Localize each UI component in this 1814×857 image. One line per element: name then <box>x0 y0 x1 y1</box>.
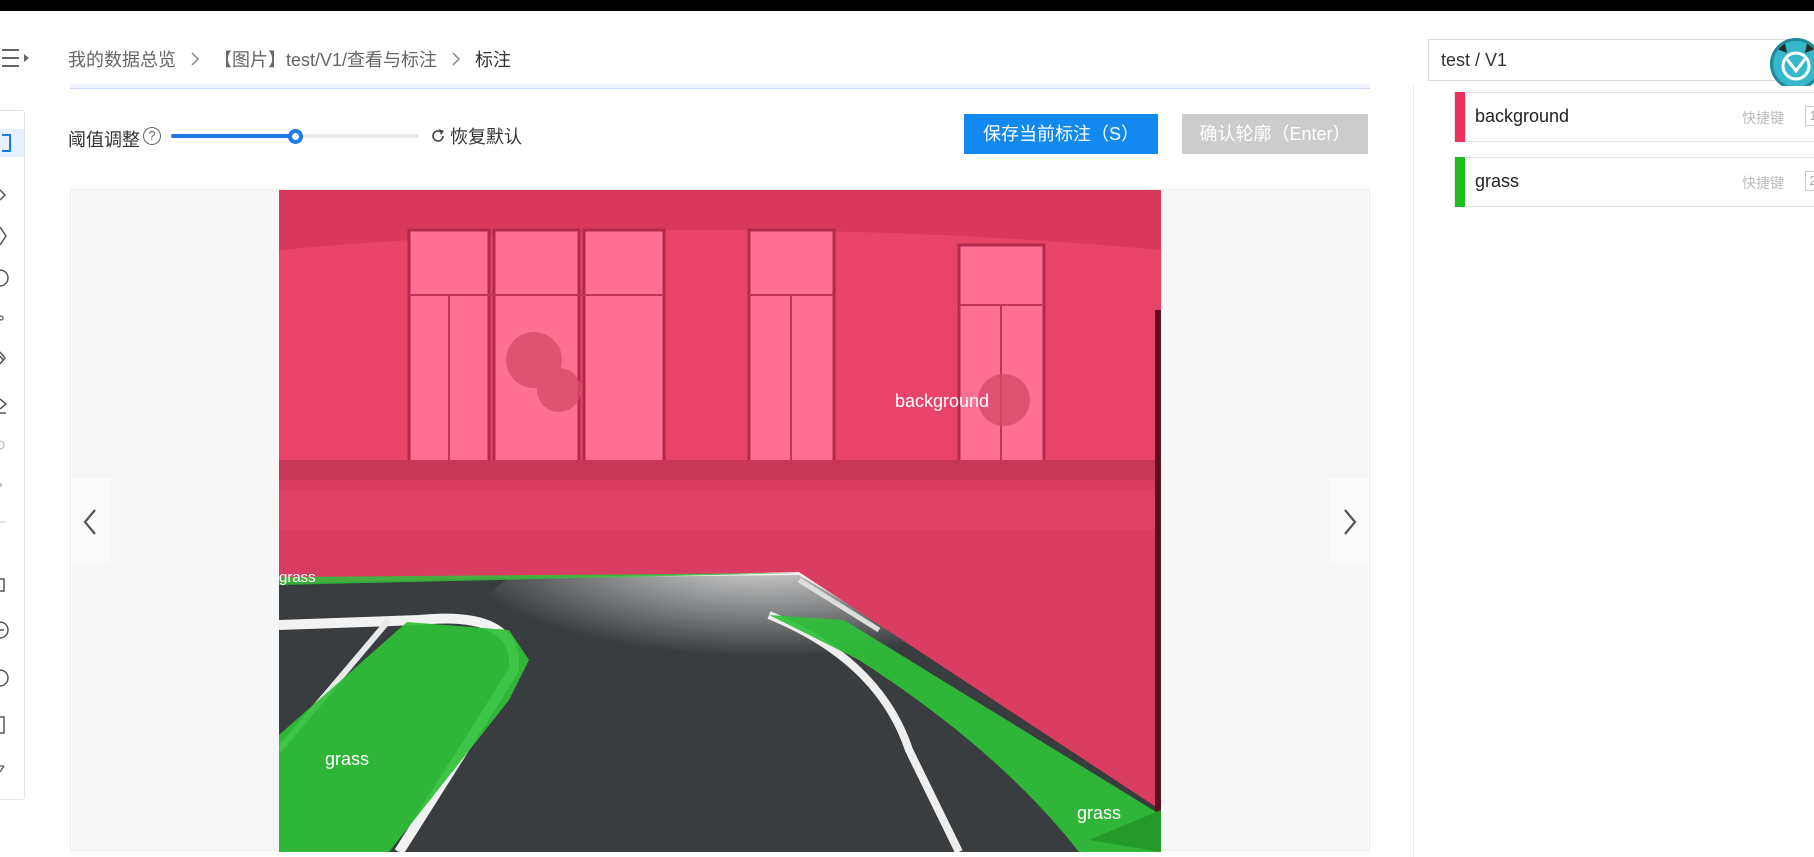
breadcrumb: 我的数据总览 【图片】test/V1/查看与标注 标注 <box>68 47 511 71</box>
annotation-label-grass: grass <box>1077 803 1121 823</box>
brush-tool-icon[interactable] <box>0 346 24 374</box>
chevron-right-icon <box>184 51 206 67</box>
project-version-select[interactable]: test / V1 <box>1428 39 1804 81</box>
help-icon[interactable]: ? <box>143 127 161 145</box>
shortcut-key: 1 <box>1805 106 1814 126</box>
label-color-swatch <box>1455 92 1465 142</box>
breadcrumb-item-overview[interactable]: 我的数据总览 <box>68 46 176 72</box>
confirm-contour-button[interactable]: 确认轮廓（Enter） <box>1182 114 1368 154</box>
previous-image-button[interactable] <box>71 478 111 564</box>
dot-tool-icon[interactable] <box>0 471 24 499</box>
undo-tool-icon[interactable] <box>0 754 24 782</box>
breadcrumb-item-dataset[interactable]: 【图片】test/V1/查看与标注 <box>214 46 437 72</box>
slider-track <box>171 134 295 138</box>
eraser-tool-icon[interactable] <box>0 391 24 419</box>
label-item-background[interactable]: background 快捷键 1 <box>1454 92 1814 142</box>
avatar[interactable] <box>1770 38 1814 90</box>
annotation-label-grass: grass <box>325 749 369 769</box>
window-top-bar <box>0 0 1814 11</box>
circle-tool-icon[interactable] <box>0 264 24 292</box>
annotation-canvas[interactable]: background grass grass grass <box>70 189 1370 852</box>
shortcut-label: 快捷键 <box>1742 175 1784 191</box>
select-tool-icon[interactable] <box>0 129 24 157</box>
annotation-tool-bar <box>0 110 25 800</box>
save-annotation-button[interactable]: 保存当前标注（S） <box>964 114 1158 154</box>
slider-handle[interactable] <box>288 129 303 144</box>
annotation-toolbar: 阈值调整 ? 恢复默认 保存当前标注（S） 确认轮廓（Enter） <box>68 114 1368 160</box>
point-tool-icon[interactable] <box>0 304 24 332</box>
label-panel: background 快捷键 1 grass 快捷键 2 <box>1413 86 1814 857</box>
chevron-right-icon <box>445 51 467 67</box>
label-color-swatch <box>1455 157 1465 207</box>
magic-tool-icon[interactable] <box>0 431 24 459</box>
threshold-label: 阈值调整 <box>68 130 140 150</box>
divider <box>0 508 24 536</box>
chevron-left-icon <box>83 509 96 535</box>
info-strip <box>70 84 1370 89</box>
label-name: grass <box>1475 171 1520 191</box>
reset-default-label: 恢复默认 <box>450 127 522 147</box>
shortcut-label: 快捷键 <box>1742 110 1784 126</box>
label-name: background <box>1475 106 1570 126</box>
polygon-tool-icon[interactable] <box>0 181 24 209</box>
zoom-out-icon[interactable] <box>0 664 24 692</box>
next-image-button[interactable] <box>1329 478 1369 564</box>
annotation-label-background: background <box>895 391 989 411</box>
header: 我的数据总览 【图片】test/V1/查看与标注 标注 test / V1 <box>0 11 1814 86</box>
refresh-icon <box>432 129 444 142</box>
annotated-image[interactable]: background grass grass grass <box>279 190 1161 852</box>
fit-tool-icon[interactable] <box>0 711 24 739</box>
menu-unfold-icon[interactable] <box>2 47 32 69</box>
shortcut-key: 2 <box>1805 171 1814 191</box>
annotation-label-grass: grass <box>279 569 316 586</box>
chevron-right-icon <box>1344 509 1357 535</box>
reset-default-button[interactable]: 恢复默认 <box>430 124 522 148</box>
breadcrumb-item-current: 标注 <box>475 50 512 70</box>
diamond-tool-icon[interactable] <box>0 222 24 250</box>
zoom-in-icon[interactable] <box>0 616 24 644</box>
label-item-grass[interactable]: grass 快捷键 2 <box>1454 157 1814 207</box>
pan-tool-icon[interactable] <box>0 571 24 599</box>
threshold-slider[interactable] <box>171 129 419 144</box>
